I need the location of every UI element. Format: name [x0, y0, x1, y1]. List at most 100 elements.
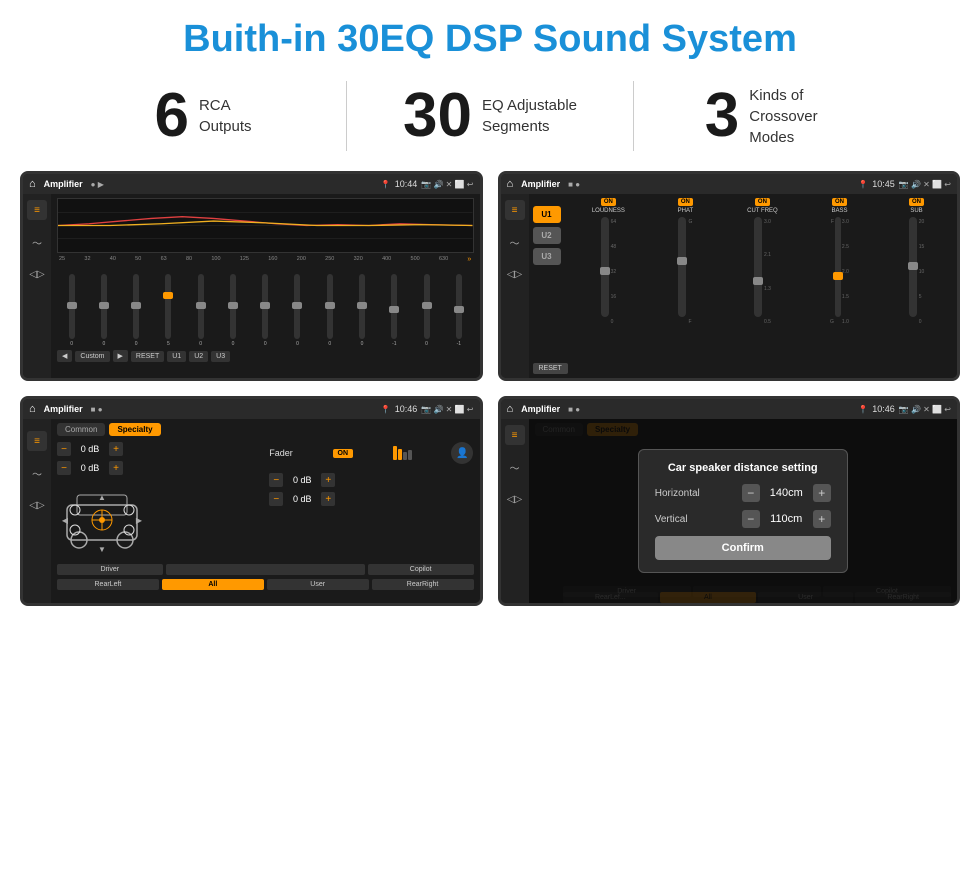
slider-11[interactable]: -1	[380, 274, 409, 347]
vertical-label: Vertical	[655, 514, 688, 525]
tab-common[interactable]: Common	[57, 423, 105, 436]
amp-icon-1[interactable]: ≡	[505, 200, 525, 220]
u3-button[interactable]: U3	[533, 248, 561, 265]
slider-2[interactable]: 0	[89, 274, 118, 347]
eq-u2[interactable]: U2	[189, 351, 208, 362]
u1-button[interactable]: U1	[533, 206, 561, 223]
loudness-slider[interactable]	[601, 217, 609, 317]
fader-person-icon[interactable]: 👤	[451, 442, 473, 464]
bass-slider-f[interactable]	[835, 217, 841, 317]
fader-icon-1[interactable]: ≡	[27, 431, 47, 451]
screen1-title: Amplifier	[44, 179, 83, 189]
slider-13[interactable]: -1	[444, 274, 473, 347]
vertical-minus[interactable]: −	[742, 510, 760, 528]
vol4-plus[interactable]: +	[321, 492, 335, 506]
stat-rca: 6 RCAOutputs	[60, 85, 346, 147]
loudness-label: LOUDNESS	[592, 208, 625, 214]
slider-12[interactable]: 0	[412, 274, 441, 347]
screen1-dots: ● ▶	[91, 180, 104, 189]
slider-1[interactable]: 0	[57, 274, 86, 347]
horizontal-plus[interactable]: +	[813, 484, 831, 502]
home-icon-4: ⌂	[507, 403, 514, 415]
phat-slider[interactable]	[678, 217, 686, 317]
dialog-overlay: Car speaker distance setting Horizontal …	[529, 419, 958, 603]
svg-text:▲: ▲	[98, 493, 106, 502]
vol-row-1: − 0 dB +	[57, 442, 261, 456]
cutfreq-slider[interactable]	[754, 217, 762, 317]
eq-next[interactable]: ▶	[113, 350, 128, 362]
svg-text:▼: ▼	[98, 545, 106, 554]
eq-icon-1[interactable]: ≡	[27, 200, 47, 220]
copilot-btn[interactable]: Copilot	[368, 564, 474, 575]
dialog-vertical-row: Vertical − 110cm +	[655, 510, 831, 528]
vol3-value: 0 dB	[287, 475, 317, 485]
slider-3[interactable]: 0	[122, 274, 151, 347]
bass-label: BASS	[831, 208, 847, 214]
cutfreq-group: ON CUT FREQ 3.02.11.30.5	[726, 198, 799, 374]
amp-u-buttons: U1 U2 U3 RESET	[533, 198, 568, 374]
eq-u3[interactable]: U3	[211, 351, 230, 362]
eq-graph	[57, 198, 474, 253]
page-title: Buith-in 30EQ DSP Sound System	[0, 0, 980, 71]
slider-4[interactable]: 5	[154, 274, 183, 347]
u2-button[interactable]: U2	[533, 227, 561, 244]
vol3-minus[interactable]: −	[269, 473, 283, 487]
home-icon-2: ⌂	[507, 178, 514, 190]
screen2-title: Amplifier	[521, 179, 560, 189]
dialog-icon-3[interactable]: ◁▷	[505, 489, 525, 509]
slider-7[interactable]: 0	[251, 274, 280, 347]
bass-on: ON	[832, 198, 847, 206]
tab-specialty[interactable]: Specialty	[109, 423, 160, 436]
vertical-control: − 110cm +	[742, 510, 831, 528]
vertical-plus[interactable]: +	[813, 510, 831, 528]
dialog-icon-2[interactable]: 〜	[505, 457, 525, 477]
rearright-btn[interactable]: RearRight	[372, 579, 474, 590]
rearleft-btn[interactable]: RearLeft	[57, 579, 159, 590]
horizontal-minus[interactable]: −	[742, 484, 760, 502]
eq-icon-3[interactable]: ◁▷	[27, 264, 47, 284]
cutfreq-on: ON	[755, 198, 770, 206]
fader-footer-btns-2: RearLeft All User RearRight	[57, 579, 474, 590]
confirm-button[interactable]: Confirm	[655, 536, 831, 560]
car-diagram: ▲ ▼ ◀ ▶	[57, 480, 147, 560]
location-icon-4: 📍	[858, 405, 868, 414]
eq-reset[interactable]: RESET	[131, 351, 164, 362]
slider-8[interactable]: 0	[283, 274, 312, 347]
user-btn[interactable]: User	[267, 579, 369, 590]
fader-tabs: Common Specialty	[57, 423, 474, 436]
slider-5[interactable]: 0	[186, 274, 215, 347]
eq-prev[interactable]: ◀	[57, 350, 72, 362]
screen4-title: Amplifier	[521, 404, 560, 414]
vol1-plus[interactable]: +	[109, 442, 123, 456]
fader-icon-2[interactable]: 〜	[27, 463, 47, 483]
slider-6[interactable]: 0	[218, 274, 247, 347]
screen-amp: ⌂ Amplifier ■ ● 📍 10:45 📷 🔊 ✕ ⬜ ↩ ≡ 〜 ◁▷…	[498, 171, 961, 381]
screen2-icons: 📷 🔊 ✕ ⬜ ↩	[899, 180, 951, 189]
horizontal-value: 140cm	[764, 487, 809, 499]
fader-icon-3[interactable]: ◁▷	[27, 495, 47, 515]
amp-reset-button[interactable]: RESET	[533, 363, 568, 374]
vol2-value: 0 dB	[75, 463, 105, 473]
status-bar-4: ⌂ Amplifier ■ ● 📍 10:46 📷 🔊 ✕ ⬜ ↩	[501, 399, 958, 419]
amp-left-icons: ≡ 〜 ◁▷	[501, 194, 529, 378]
vol3-plus[interactable]: +	[321, 473, 335, 487]
eq-icon-2[interactable]: 〜	[27, 232, 47, 252]
sub-slider[interactable]	[909, 217, 917, 317]
eq-u1[interactable]: U1	[167, 351, 186, 362]
slider-10[interactable]: 0	[347, 274, 376, 347]
amp-icon-3[interactable]: ◁▷	[505, 264, 525, 284]
amp-icon-2[interactable]: 〜	[505, 232, 525, 252]
eq-content: ≡ 〜 ◁▷	[23, 194, 480, 378]
vol2-plus[interactable]: +	[109, 461, 123, 475]
stat-eq-label: EQ AdjustableSegments	[482, 95, 577, 137]
driver-btn[interactable]: Driver	[57, 564, 163, 575]
all-btn[interactable]: All	[162, 579, 264, 590]
eq-custom[interactable]: Custom	[75, 351, 109, 362]
slider-9[interactable]: 0	[315, 274, 344, 347]
vol1-minus[interactable]: −	[57, 442, 71, 456]
vol4-minus[interactable]: −	[269, 492, 283, 506]
dialog-icon-1[interactable]: ≡	[505, 425, 525, 445]
vol2-minus[interactable]: −	[57, 461, 71, 475]
status-bar-1: ⌂ Amplifier ● ▶ 📍 10:44 📷 🔊 ✕ ⬜ ↩	[23, 174, 480, 194]
stat-rca-label: RCAOutputs	[199, 95, 252, 137]
